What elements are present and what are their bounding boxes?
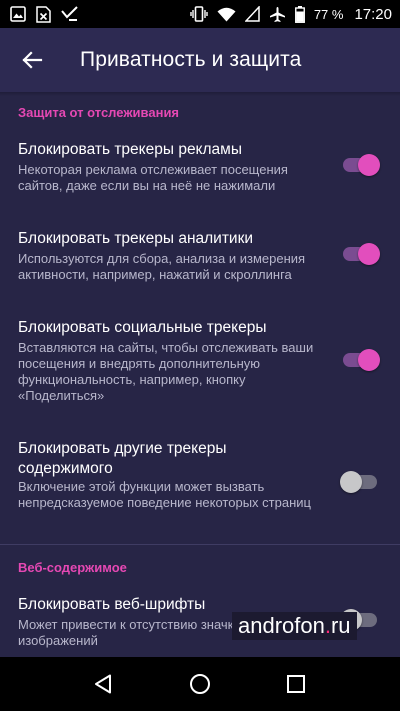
nav-home-button[interactable] (180, 664, 220, 704)
navigation-bar (0, 657, 400, 711)
clock: 17:20 (354, 5, 392, 23)
excel-icon (36, 5, 51, 23)
checkmark-download-icon (61, 6, 78, 21)
wifi-icon (217, 7, 236, 21)
nav-recents-button[interactable] (276, 664, 316, 704)
home-circle-icon (190, 674, 210, 694)
pref-title: Блокировать трекеры рекламы (18, 141, 242, 158)
pref-block-social-trackers[interactable]: Блокировать социальные трекеры Вставляют… (0, 312, 400, 412)
image-icon (10, 6, 26, 22)
back-triangle-icon (95, 674, 111, 694)
pref-title: Блокировать социальные трекеры (18, 319, 267, 336)
pref-block-analytics-trackers[interactable]: Блокировать трекеры аналитики Используют… (0, 222, 400, 294)
toggle-switch-on[interactable] (340, 152, 380, 178)
section-header-tracking-protection: Защита от отслеживания (18, 105, 180, 120)
pref-summary: Некоторая реклама отслеживает посещения … (18, 162, 288, 193)
nav-back-button[interactable] (84, 664, 124, 704)
toggle-switch-off[interactable] (340, 469, 380, 495)
section-divider (0, 544, 400, 545)
notification-icons (10, 5, 79, 23)
page-title: Приватность и защита (80, 48, 302, 71)
watermark: androfon.ru (232, 612, 357, 640)
battery-percent: 77 % (313, 6, 344, 22)
airplane-icon (269, 6, 285, 22)
pref-title: Блокировать трекеры аналитики (18, 230, 254, 247)
settings-list[interactable]: Защита от отслеживания Блокировать треке… (0, 92, 400, 657)
pref-block-ad-trackers[interactable]: Блокировать трекеры рекламы Некоторая ре… (0, 132, 400, 204)
back-button[interactable] (4, 32, 60, 88)
pref-summary: Используются для сбора, анализа и измере… (18, 251, 306, 282)
section-header-web-content: Веб-содержимое (18, 560, 127, 575)
recents-square-icon (287, 675, 305, 693)
pref-title: Блокировать другие трекеры содержимого (18, 440, 227, 477)
vibrate-icon (190, 6, 208, 22)
watermark-tld: ru (330, 613, 351, 638)
watermark-name: androfon (238, 613, 325, 638)
battery-icon (294, 5, 305, 23)
toggle-switch-on[interactable] (340, 241, 380, 267)
arrow-back-icon (22, 51, 43, 69)
pref-summary: Включение этой функции может вызвать неп… (18, 479, 311, 510)
no-sim-icon (244, 6, 260, 22)
app-bar: Приватность и защита (0, 28, 400, 92)
status-bar: 77 % 17:20 (0, 0, 400, 28)
pref-block-other-content-trackers[interactable]: Блокировать другие трекеры содержимого В… (0, 432, 400, 532)
pref-summary: Вставляются на сайты, чтобы отслеживать … (18, 340, 314, 403)
system-icons: 77 % 17:20 (190, 5, 392, 23)
toggle-switch-on[interactable] (340, 347, 380, 373)
